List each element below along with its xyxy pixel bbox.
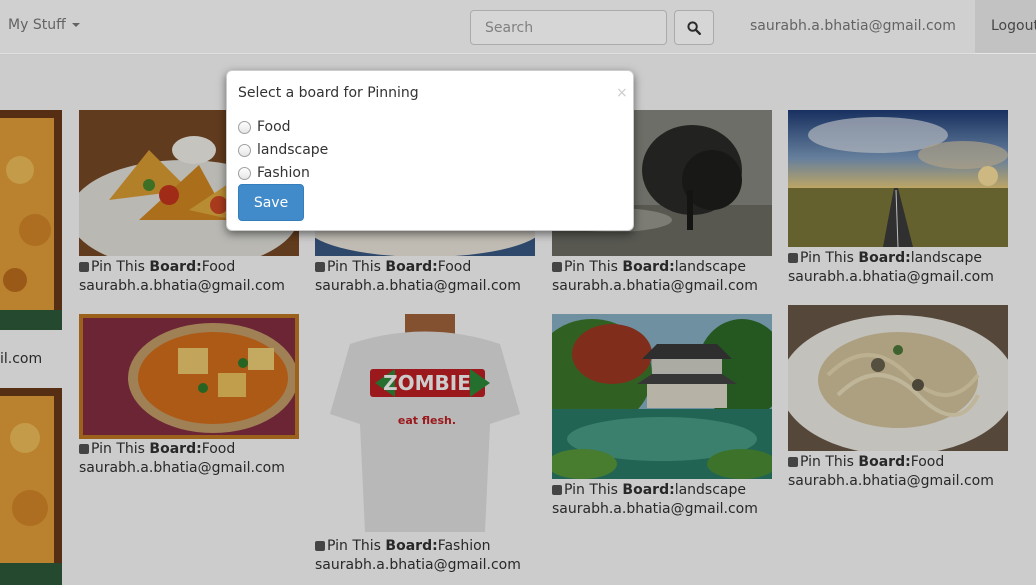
radio-button[interactable]: [238, 143, 251, 157]
modal-title: Select a board for Pinning: [238, 85, 419, 101]
board-select-modal: Select a board for Pinning × Food landsc…: [226, 70, 634, 231]
save-button[interactable]: Save: [238, 184, 304, 221]
logout-link[interactable]: Logout: [991, 18, 1036, 34]
search-icon: [687, 20, 701, 35]
radio-button[interactable]: [238, 166, 251, 180]
board-option-fashion[interactable]: Fashion: [238, 165, 310, 181]
top-navbar: My Stuff saurabh.a.bhatia@gmail.com Logo…: [0, 0, 1036, 54]
board-option-landscape[interactable]: landscape: [238, 142, 328, 158]
board-option-label: Food: [257, 119, 291, 135]
close-icon[interactable]: ×: [616, 85, 628, 101]
user-email-link[interactable]: saurabh.a.bhatia@gmail.com: [750, 18, 956, 34]
radio-button[interactable]: [238, 120, 251, 134]
search-input[interactable]: [470, 10, 667, 45]
caret-down-icon: [71, 23, 80, 27]
my-stuff-label: My Stuff: [8, 17, 66, 33]
search-button[interactable]: [674, 10, 714, 45]
my-stuff-dropdown[interactable]: My Stuff: [8, 17, 80, 33]
board-option-label: landscape: [257, 142, 329, 158]
board-option-food[interactable]: Food: [238, 119, 291, 135]
board-option-label: Fashion: [257, 165, 310, 181]
logout-nav-item[interactable]: Logout: [975, 0, 1036, 54]
